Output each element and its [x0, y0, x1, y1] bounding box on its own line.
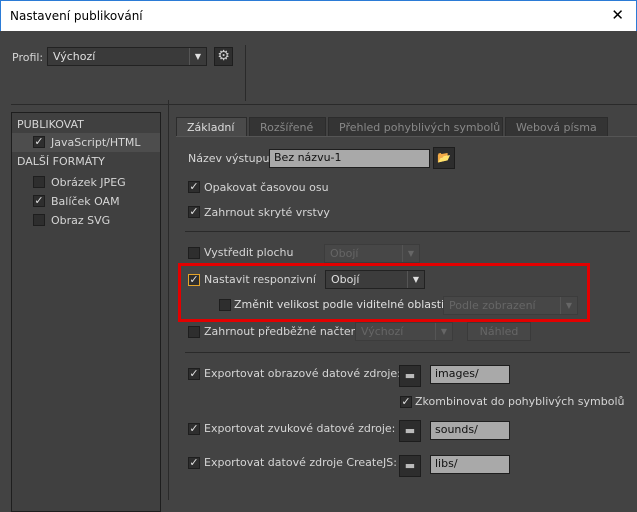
profile-dropdown[interactable]: Výchozí ▼ [47, 47, 207, 66]
tab-symbols[interactable]: Přehled pohyblivých symbolů [328, 117, 503, 137]
checkbox[interactable] [33, 214, 45, 226]
output-name-input[interactable]: Bez názvu-1 [269, 149, 430, 168]
combine-checkbox[interactable]: ✓ [400, 396, 412, 408]
export-images-checkbox[interactable]: ✓ [188, 368, 200, 380]
checkbox[interactable] [33, 176, 45, 188]
sidebar-item-oam[interactable]: ✓ Balíček OAM [12, 192, 160, 211]
center-stage-dropdown: Obojí ▼ [324, 244, 420, 263]
export-sounds-label: Exportovat zvukové datové zdroje: [204, 422, 396, 435]
preloader-label: Zahrnout předběžné načtení [204, 325, 361, 338]
other-formats-header: DALŠÍ FORMÁTY [17, 155, 105, 168]
folder-icon[interactable]: ▬ [399, 365, 421, 387]
libs-path-input[interactable]: libs/ [430, 455, 510, 474]
responsive-checkbox[interactable]: ✓ [188, 274, 200, 286]
scale-checkbox[interactable] [219, 299, 231, 311]
chevron-down-icon: ▼ [189, 48, 206, 65]
divider [185, 352, 630, 353]
responsive-dropdown[interactable]: Obojí ▼ [325, 270, 425, 289]
preloader-dropdown: Výchozí ▼ [355, 322, 453, 341]
folder-icon[interactable]: ▬ [399, 455, 421, 477]
sidebar-item-jpeg[interactable]: Obrázek JPEG [12, 173, 160, 192]
export-sounds-checkbox[interactable]: ✓ [188, 423, 200, 435]
item-label: Obraz SVG [51, 214, 111, 227]
divider [245, 45, 246, 101]
loop-checkbox[interactable]: ✓ [188, 181, 200, 193]
divider [11, 104, 637, 105]
responsive-label: Nastavit responzivní [204, 273, 316, 286]
export-images-label: Exportovat obrazové datové zdroje: [204, 367, 401, 380]
output-name-label: Název výstupu: [188, 152, 274, 165]
profile-value: Výchozí [53, 50, 96, 63]
preloader-checkbox[interactable] [188, 326, 200, 338]
format-sidebar: PUBLIKOVAT ✓ JavaScript/HTML DALŠÍ FORMÁ… [11, 112, 161, 512]
export-createjs-label: Exportovat datové zdroje CreateJS: [204, 456, 397, 469]
window-title: Nastavení publikování [10, 9, 143, 23]
chevron-down-icon: ▼ [402, 245, 419, 262]
hidden-layers-checkbox[interactable]: ✓ [188, 206, 200, 218]
dropdown-value: Obojí [331, 273, 360, 286]
preview-button: Náhled [467, 322, 531, 341]
checkbox[interactable]: ✓ [33, 136, 45, 148]
profile-label: Profil: [12, 51, 44, 64]
item-label: Obrázek JPEG [51, 176, 126, 189]
tab-web-fonts[interactable]: Webová písma [505, 117, 608, 137]
tab-basic[interactable]: Základní [176, 117, 247, 137]
sounds-path-input[interactable]: sounds/ [430, 421, 510, 440]
combine-label: Zkombinovat do pohyblivých symbolů [415, 395, 625, 408]
scale-label: Změnit velikost podle viditelné oblasti [234, 298, 445, 311]
publish-header: PUBLIKOVAT [17, 118, 84, 131]
scale-dropdown: Podle zobrazení ▼ [443, 296, 578, 315]
divider [168, 100, 169, 500]
tab-advanced[interactable]: Rozšířené [249, 117, 326, 137]
dropdown-value: Obojí [330, 247, 359, 260]
center-stage-checkbox[interactable] [188, 247, 200, 259]
close-button[interactable]: ✕ [611, 6, 624, 24]
hidden-layers-label: Zahrnout skryté vrstvy [204, 206, 330, 219]
folder-open-icon[interactable]: 📂 [433, 147, 455, 169]
title-bar: Nastavení publikování ✕ [0, 0, 637, 31]
export-createjs-checkbox[interactable]: ✓ [188, 457, 200, 469]
images-path-input[interactable]: images/ [430, 365, 510, 384]
chevron-down-icon: ▼ [560, 297, 577, 314]
dropdown-value: Výchozí [361, 325, 404, 338]
loop-label: Opakovat časovou osu [204, 181, 329, 194]
item-label: JavaScript/HTML [51, 136, 141, 149]
chevron-down-icon: ▼ [407, 271, 424, 288]
divider [185, 231, 630, 232]
sidebar-item-javascript-html[interactable]: ✓ JavaScript/HTML [12, 133, 160, 152]
gear-icon[interactable]: ⚙ [214, 47, 233, 66]
center-stage-label: Vystředit plochu [204, 246, 294, 259]
folder-icon[interactable]: ▬ [399, 420, 421, 442]
tab-underline [176, 136, 637, 137]
checkbox[interactable]: ✓ [33, 195, 45, 207]
chevron-down-icon: ▼ [435, 323, 452, 340]
sidebar-item-svg[interactable]: Obraz SVG [12, 211, 160, 230]
item-label: Balíček OAM [51, 195, 120, 208]
dropdown-value: Podle zobrazení [449, 299, 536, 312]
